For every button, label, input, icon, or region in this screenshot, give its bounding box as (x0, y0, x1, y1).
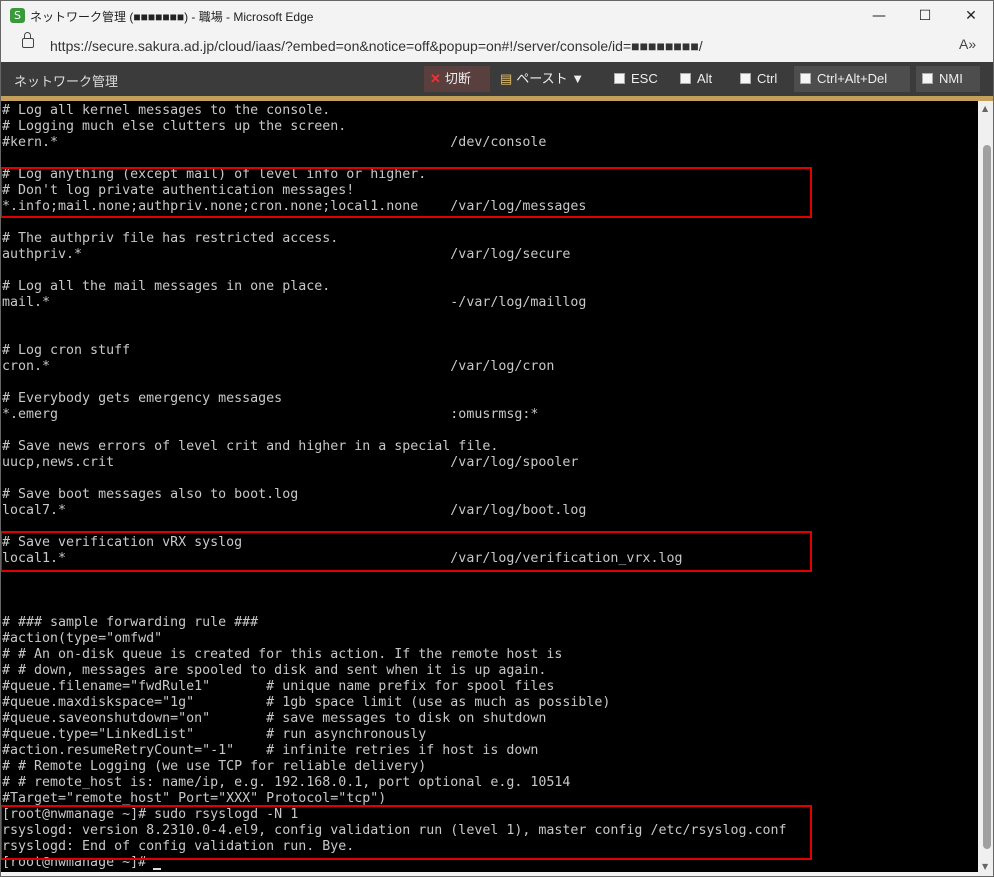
alt-button[interactable]: Alt (674, 66, 718, 92)
terminal-line: #queue.filename="fwdRule1" # unique name… (2, 679, 555, 694)
minimize-button[interactable]: — (856, 0, 902, 32)
clipboard-icon: ▤ (500, 71, 513, 86)
alt-label: Alt (697, 71, 713, 86)
paste-button[interactable]: ▤ ペースト ▼ (494, 66, 590, 92)
terminal-line: # Log cron stuff (2, 343, 131, 358)
ctrl-label: Ctrl (757, 71, 778, 86)
terminal-line: #queue.saveonshutdown="on" # save messag… (2, 711, 547, 726)
scroll-up-icon[interactable]: ▲ (982, 104, 988, 113)
nmi-label: NMI (939, 71, 963, 86)
scrollbar-thumb[interactable] (983, 145, 991, 849)
paste-label: ペースト ▼ (516, 71, 585, 86)
terminal-line: # Log all the mail messages in one place… (2, 279, 331, 294)
window-titlebar: S ネットワーク管理 (■■■■■■■) - 職場 - Microsoft Ed… (0, 0, 994, 32)
highlight-box-vrx (0, 531, 812, 572)
esc-button[interactable]: ESC (608, 66, 664, 92)
checkbox-icon (614, 73, 625, 84)
terminal-line: uucp,news.crit /var/log/spooler (2, 455, 579, 470)
scroll-down-icon[interactable]: ▼ (982, 862, 988, 871)
terminal-line: local7.* /var/log/boot.log (2, 503, 587, 518)
nmi-button[interactable]: NMI (916, 66, 980, 92)
ctrl-button[interactable]: Ctrl (734, 66, 783, 92)
disconnect-button[interactable]: ✕ 切断 (424, 66, 490, 92)
checkbox-icon (680, 73, 691, 84)
maximize-button[interactable]: ☐ (902, 0, 948, 32)
ctrl-alt-del-label: Ctrl+Alt+Del (817, 71, 888, 86)
terminal-line: #queue.type="LinkedList" # run asynchron… (2, 727, 427, 742)
close-icon: ✕ (430, 71, 441, 86)
terminal-line: # # Remote Logging (we use TCP for relia… (2, 759, 427, 774)
checkbox-icon (740, 73, 751, 84)
url-field[interactable]: https://secure.sakura.ad.jp/cloud/iaas/?… (50, 38, 703, 54)
ctrl-alt-del-button[interactable]: Ctrl+Alt+Del (794, 66, 910, 92)
terminal-output: # Log all kernel messages to the console… (2, 103, 787, 871)
terminal-line: # Save boot messages also to boot.log (2, 487, 299, 502)
read-aloud-icon[interactable]: A» (959, 36, 976, 52)
terminal-line: # The authpriv file has restricted acces… (2, 231, 339, 246)
terminal-line: mail.* -/var/log/maillog (2, 295, 587, 310)
terminal-cursor (153, 868, 161, 870)
close-button[interactable]: ✕ (948, 0, 994, 32)
terminal-line: # # remote_host is: name/ip, e.g. 192.16… (2, 775, 571, 790)
keyboard-icon (800, 73, 811, 84)
terminal-line: # Everybody gets emergency messages (2, 391, 283, 406)
terminal-line: # ### sample forwarding rule ### (2, 615, 259, 630)
esc-label: ESC (631, 71, 658, 86)
console-title: ネットワーク管理 (14, 74, 119, 89)
terminal-line: *.emerg :omusrmsg:* (2, 407, 539, 422)
terminal-line: #action(type="omfwd" (2, 631, 163, 646)
highlight-box-validation (0, 805, 812, 860)
terminal-line: cron.* /var/log/cron (2, 359, 555, 374)
terminal-line: # Logging much else clutters up the scre… (2, 119, 347, 134)
highlight-box-messages (0, 167, 812, 218)
keyboard-icon (922, 73, 933, 84)
terminal-line: #queue.maxdiskspace="1g" # 1gb space lim… (2, 695, 611, 710)
terminal-line: # # down, messages are spooled to disk a… (2, 663, 547, 678)
terminal-line: authpriv.* /var/log/secure (2, 247, 571, 262)
app-favicon-icon: S (10, 8, 25, 23)
lock-icon[interactable] (22, 32, 34, 48)
terminal-line: #action.resumeRetryCount="-1" # infinite… (2, 743, 539, 758)
window-title: ネットワーク管理 (■■■■■■■) - 職場 - Microsoft Edge (30, 10, 314, 24)
terminal-line: # Save news errors of level crit and hig… (2, 439, 499, 454)
terminal-line: # # An on-disk queue is created for this… (2, 647, 563, 662)
terminal-line: # Log all kernel messages to the console… (2, 103, 331, 118)
terminal-line: #kern.* /dev/console (2, 135, 547, 150)
disconnect-label: 切断 (444, 71, 471, 86)
